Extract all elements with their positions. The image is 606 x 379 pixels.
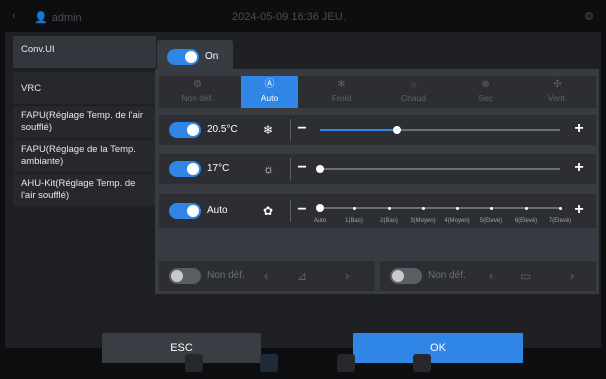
sidebar-item-vrc[interactable]: VRC <box>13 72 156 105</box>
fan-speed-tick-label: 1(Bas) <box>345 218 363 224</box>
fan-icon: ✣ <box>553 79 562 90</box>
cool-minus-button[interactable]: − <box>296 121 308 137</box>
sun-icon: ☼ <box>408 79 419 90</box>
fan-speed-tick[interactable] <box>388 206 391 210</box>
fan-speed-tick[interactable] <box>490 206 493 210</box>
undefined-mode-icon: ⚙ <box>193 79 202 90</box>
user-name: admin <box>51 11 82 24</box>
datetime: 2024-05-09 16:36 JEU. <box>232 11 346 23</box>
divider <box>290 158 291 180</box>
mode-undefined[interactable]: ⚙ Non déf. <box>169 76 226 108</box>
auto-mode-icon: Ⓐ <box>264 79 275 90</box>
dock-app-icon <box>413 354 431 372</box>
louver-unit-icon: ▭ <box>520 269 532 283</box>
mode-fan[interactable]: ✣ Vent. <box>529 76 586 108</box>
chevron-right-icon[interactable]: › <box>570 268 574 283</box>
drop-icon: ⊗ <box>481 79 490 90</box>
dock-app-icon <box>260 354 278 372</box>
cool-setpoint-value: 20.5°C <box>207 124 238 135</box>
dock-app-icon <box>185 354 203 372</box>
divider <box>290 119 291 141</box>
fan-speed-tick[interactable] <box>559 206 562 210</box>
fan-speed-tick-label: 5(Elevé) <box>479 218 503 224</box>
fan-speed-tick[interactable] <box>353 206 356 210</box>
mode-label: Non déf. <box>181 93 214 103</box>
sidebar-item-ahu-kit[interactable]: AHU-Kit(Réglage Temp. de l'air soufflé) <box>13 174 156 207</box>
fan-slider-thumb[interactable] <box>316 204 324 212</box>
power-label: On <box>205 51 219 62</box>
snowflake-icon: ❄ <box>337 79 346 90</box>
sidebar: Conv.UI VRC FAPU(Réglage Temp. de l'air … <box>13 36 156 234</box>
louver-left-control: Non déf. ‹ ⊿ › <box>159 261 375 291</box>
chevron-left-icon[interactable]: ‹ <box>264 268 268 283</box>
mode-label: Sec <box>478 93 493 103</box>
power-box: On <box>157 40 233 73</box>
fan-speed-tick-label: 4(Moyen) <box>444 218 470 224</box>
heat-plus-button[interactable]: + <box>573 160 585 176</box>
mode-label: Vent. <box>547 93 568 103</box>
fan-speed-value: Auto <box>207 205 228 216</box>
mode-label: Auto <box>260 93 279 103</box>
fan-speed-row: Auto ✿ − Auto 1(Bas) 2(Bas) 3(Moyen) 4(Moyen… <box>159 194 596 228</box>
user-info: 👤 admin <box>34 11 82 25</box>
cool-slider[interactable] <box>320 126 560 134</box>
fan-speed-tick[interactable] <box>525 206 528 210</box>
heat-minus-button[interactable]: − <box>296 160 308 176</box>
mode-dry[interactable]: ⊗ Sec <box>457 76 514 108</box>
cool-plus-button[interactable]: + <box>573 121 585 137</box>
power-toggle[interactable] <box>167 49 199 65</box>
louver-right-toggle[interactable] <box>390 268 422 284</box>
chevron-left-icon[interactable]: ‹ <box>489 268 493 283</box>
snowflake-icon: ❄ <box>263 123 274 137</box>
fan-speed-tick[interactable] <box>456 206 459 210</box>
louver-swing-icon: ⊿ <box>297 269 308 283</box>
fan-speed-tick-label: 2(Bas) <box>380 218 398 224</box>
fan-plus-button[interactable]: + <box>573 202 585 218</box>
heat-slider-thumb[interactable] <box>316 165 324 173</box>
fan-speed-tick[interactable] <box>422 206 425 210</box>
fan-minus-button[interactable]: − <box>296 202 308 218</box>
louver-left-toggle[interactable] <box>169 268 201 284</box>
user-icon: 👤 <box>34 12 48 24</box>
fan-speed-tick-label: Auto <box>313 218 327 224</box>
dock-app-icon <box>337 354 355 372</box>
louver-right-control: Non déf. ‹ ▭ › <box>380 261 596 291</box>
louver-right-label: Non déf. <box>428 270 466 281</box>
bottom-dock <box>0 348 606 379</box>
chevron-right-icon[interactable]: › <box>345 268 349 283</box>
back-icon[interactable]: ‹ <box>12 10 16 22</box>
top-bar: ‹ 👤 admin 2024-05-09 16:36 JEU. ⚙ <box>0 0 606 34</box>
gear-icon[interactable]: ⚙ <box>584 10 594 23</box>
fan-speed-slider[interactable]: Auto 1(Bas) 2(Bas) 3(Moyen) 4(Moyen) 5(Elevé)… <box>314 204 571 224</box>
heat-setpoint-row: 17°C ☼ − + <box>159 154 596 184</box>
cool-slider-fill <box>320 129 397 131</box>
fan-speed-icon: ✿ <box>263 204 274 218</box>
mode-heat[interactable]: ☼ Chaud <box>385 76 442 108</box>
heat-setpoint-value: 17°C <box>207 163 230 174</box>
fan-toggle[interactable] <box>169 203 201 219</box>
heat-slider[interactable] <box>316 165 560 173</box>
sun-icon: ☼ <box>263 162 274 176</box>
sidebar-item-fapu-supply[interactable]: FAPU(Réglage Temp. de l'air soufflé) <box>13 106 156 139</box>
settings-dialog: Conv.UI VRC FAPU(Réglage Temp. de l'air … <box>5 32 601 363</box>
cool-setpoint-row: 20.5°C ❄ − + <box>159 115 596 145</box>
mode-cool[interactable]: ❄ Froid <box>313 76 370 108</box>
mode-auto[interactable]: Ⓐ Auto <box>241 76 298 108</box>
mode-label: Froid <box>331 93 352 103</box>
cool-slider-thumb[interactable] <box>393 126 401 134</box>
heat-toggle[interactable] <box>169 161 201 177</box>
sidebar-item-conv-ui[interactable]: Conv.UI <box>13 36 156 69</box>
fan-speed-tick-label: 6(Elevé) <box>514 218 538 224</box>
mode-selector: ⚙ Non déf. Ⓐ Auto ❄ Froid ☼ Chaud ⊗ Sec … <box>159 76 596 108</box>
divider <box>290 200 291 222</box>
cool-toggle[interactable] <box>169 122 201 138</box>
fan-speed-tick-label: 7(Elevé) <box>548 218 572 224</box>
mode-label: Chaud <box>400 93 427 103</box>
louver-left-label: Non déf. <box>207 270 245 281</box>
sidebar-item-fapu-ambient[interactable]: FAPU(Réglage de la Temp. ambiante) <box>13 140 156 173</box>
fan-speed-tick-label: 3(Moyen) <box>410 218 436 224</box>
